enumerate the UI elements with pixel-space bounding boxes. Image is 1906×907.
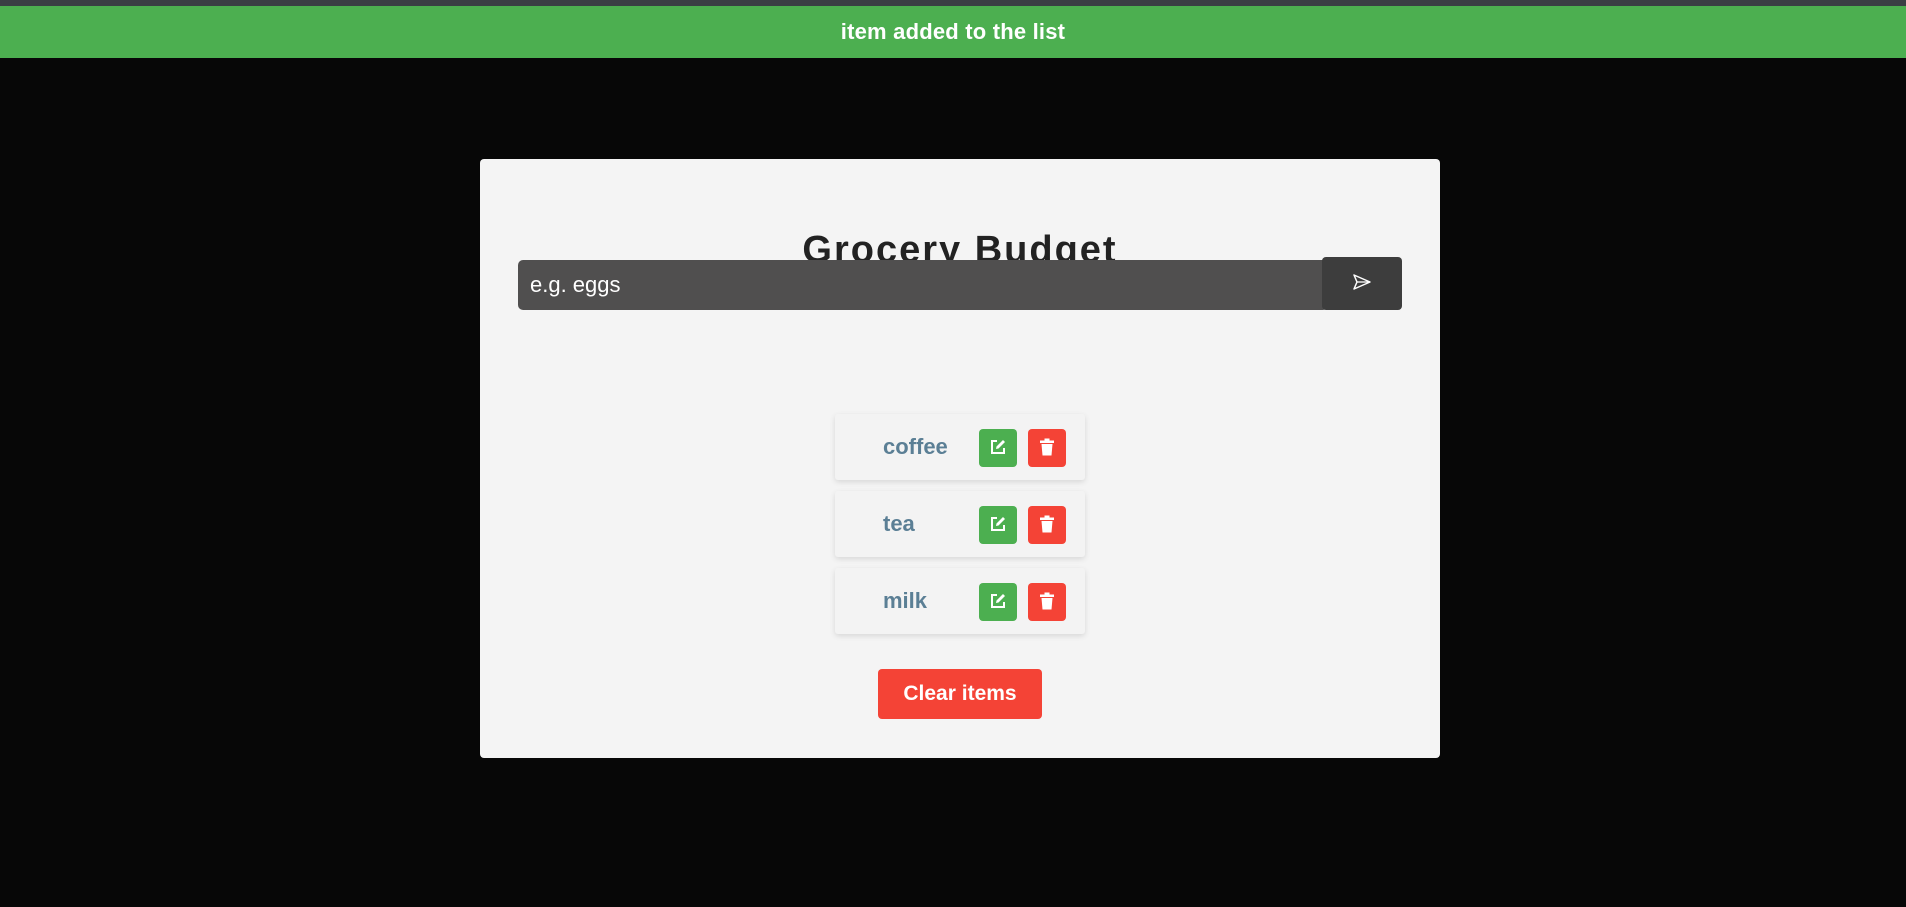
delete-button[interactable] <box>1028 506 1066 544</box>
item-name: coffee <box>883 434 948 459</box>
alert-banner: item added to the list <box>0 6 1906 58</box>
edit-button[interactable] <box>979 583 1017 621</box>
grocery-input-wrapper <box>518 260 1328 310</box>
list-item: coffee <box>835 414 1085 480</box>
list-item: milk <box>835 568 1085 634</box>
delete-button[interactable] <box>1028 429 1066 467</box>
grocery-card: Grocery Budget coffee <box>480 159 1440 758</box>
send-icon <box>1352 273 1372 294</box>
edit-button[interactable] <box>979 429 1017 467</box>
edit-icon <box>989 515 1007 536</box>
edit-icon <box>989 592 1007 613</box>
trash-icon <box>1039 438 1055 459</box>
edit-icon <box>989 438 1007 459</box>
trash-icon <box>1039 515 1055 536</box>
delete-button[interactable] <box>1028 583 1066 621</box>
list-item: tea <box>835 491 1085 557</box>
trash-icon <box>1039 592 1055 613</box>
alert-text: item added to the list <box>840 19 1066 44</box>
grocery-list: coffee tea milk <box>835 414 1085 645</box>
clear-items-button[interactable]: Clear items <box>878 669 1042 719</box>
edit-button[interactable] <box>979 506 1017 544</box>
item-name: milk <box>883 588 928 613</box>
submit-button[interactable] <box>1322 257 1402 310</box>
grocery-input[interactable] <box>530 260 1316 310</box>
item-name: tea <box>883 511 915 536</box>
